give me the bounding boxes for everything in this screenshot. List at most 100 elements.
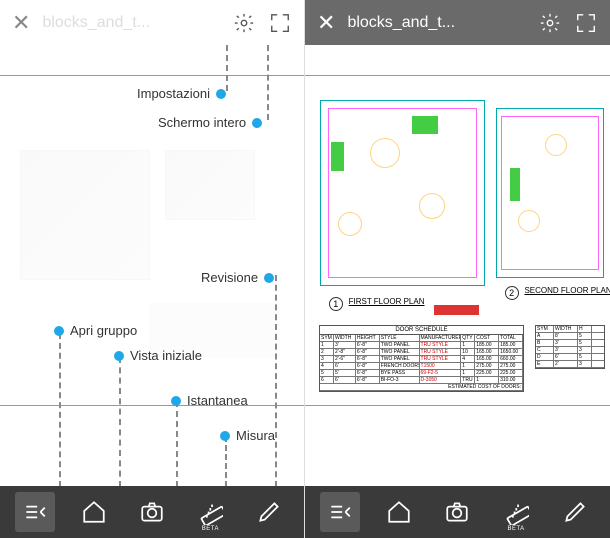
bottombar-right: BETA bbox=[305, 486, 610, 538]
dot-icon bbox=[216, 89, 226, 99]
second-floor-plan bbox=[496, 108, 604, 278]
dot-icon bbox=[220, 431, 230, 441]
schedule-cell: 3' bbox=[554, 340, 578, 346]
schedule-cell: BYE PASS bbox=[380, 370, 420, 376]
schedule-cell: 2 bbox=[320, 349, 334, 355]
schedule-cell: 275.00 bbox=[475, 363, 499, 369]
edit-button[interactable] bbox=[249, 492, 289, 532]
schedule-cell: 5 bbox=[578, 354, 592, 360]
schedule-cell: 3' bbox=[554, 347, 578, 353]
schedule-cell: 6' bbox=[554, 354, 578, 360]
right-pane: ✕ blocks_and_t... bbox=[305, 0, 610, 538]
schedule-cell: TRU STYLE bbox=[420, 356, 462, 362]
schedule-body: A8'5B3'5C3'3D6'5E2'3 bbox=[536, 333, 604, 368]
canvas-left[interactable]: Impostazioni Schermo intero Revisione Ap… bbox=[0, 45, 304, 486]
schedule-cell: 165.00 bbox=[475, 356, 499, 362]
open-group-button[interactable] bbox=[320, 492, 360, 532]
ruler-button[interactable]: BETA bbox=[496, 492, 536, 532]
schedule-cell: D-3050 bbox=[420, 377, 462, 383]
schedule-header-cell: SYM bbox=[536, 326, 554, 332]
bottombar-left: BETA bbox=[0, 486, 304, 538]
door-arc bbox=[370, 138, 400, 168]
callout-label: Misura bbox=[236, 428, 275, 443]
callout-measure: Misura bbox=[220, 428, 275, 443]
schedule-header: SYMWIDTHHEIGHTSTYLEMANUFACTURERQTYCOSTTO… bbox=[320, 335, 523, 342]
plan-accent bbox=[331, 142, 344, 171]
open-group-button[interactable] bbox=[15, 492, 55, 532]
schedule-cell: 1 bbox=[461, 342, 475, 348]
plan-number: 1 bbox=[329, 297, 343, 311]
callout-initial-view: Vista iniziale bbox=[114, 348, 202, 363]
schedule-cell: TWO PANEL bbox=[380, 342, 420, 348]
schedule-header-cell: COST bbox=[475, 335, 499, 341]
schedule-row: 13'6'-8"TWO PANELTRU STYLE1185.00185.00 bbox=[320, 342, 523, 349]
schedule-row: 55'6'-8"BYE PASS69-F2-51225.00225.00 bbox=[320, 370, 523, 377]
plan-label: SECOND FLOOR PLAN bbox=[524, 286, 610, 295]
schedule-cell: 3 bbox=[578, 361, 592, 367]
schedule-cell: TWO PANEL bbox=[380, 356, 420, 362]
edit-button[interactable] bbox=[555, 492, 595, 532]
schedule-cell: 1 bbox=[461, 363, 475, 369]
dot-icon bbox=[54, 326, 64, 336]
window-schedule: SYMWIDTHH A8'5B3'5C3'3D6'5E2'3 bbox=[535, 325, 605, 369]
schedule-row: 66'6'-8"BI-FO-3D-3050TRU STYLE1310.00 bbox=[320, 377, 523, 384]
schedule-cell: A bbox=[536, 333, 554, 339]
dot-icon bbox=[114, 351, 124, 361]
schedule-header-cell: STYLE bbox=[380, 335, 420, 341]
camera-button[interactable] bbox=[437, 492, 477, 532]
schedule-cell: 225.00 bbox=[499, 370, 523, 376]
gear-icon[interactable] bbox=[232, 11, 256, 35]
schedule-cell: 5 bbox=[320, 370, 334, 376]
schedule-cell: 3 bbox=[578, 347, 592, 353]
faded-plan bbox=[165, 150, 255, 220]
schedule-cell: 6'-8" bbox=[356, 356, 380, 362]
schedule-cell: 165.00 bbox=[475, 349, 499, 355]
schedule-title: DOOR SCHEDULE bbox=[320, 326, 523, 335]
callout-label: Impostazioni bbox=[137, 86, 210, 101]
plan-label: FIRST FLOOR PLAN bbox=[349, 297, 425, 306]
schedule-cell: TRU STYLE bbox=[461, 377, 475, 383]
plan-number: 2 bbox=[505, 286, 519, 300]
schedule-header-cell: WIDTH bbox=[334, 335, 356, 341]
plan-accent bbox=[412, 116, 438, 134]
schedule-cell: 5 bbox=[578, 333, 592, 339]
schedule-cell: 6'-8" bbox=[356, 349, 380, 355]
fullscreen-icon[interactable] bbox=[268, 11, 292, 35]
close-icon[interactable]: ✕ bbox=[12, 10, 30, 36]
door-schedule: DOOR SCHEDULE SYMWIDTHHEIGHTSTYLEMANUFAC… bbox=[319, 325, 524, 392]
gear-icon[interactable] bbox=[538, 11, 562, 35]
schedule-header-cell: MANUFACTURER bbox=[420, 335, 462, 341]
schedule-cell: TRU STYLE bbox=[420, 342, 462, 348]
schedule-header-cell: HEIGHT bbox=[356, 335, 380, 341]
canvas-right[interactable]: 1 FIRST FLOOR PLAN 2 SECOND FLOOR PLAN D… bbox=[305, 45, 610, 486]
schedule-cell: 310.00 bbox=[499, 377, 523, 383]
schedule-cell: 185.00 bbox=[475, 342, 499, 348]
close-icon[interactable]: ✕ bbox=[317, 10, 335, 36]
callout-label: Vista iniziale bbox=[130, 348, 202, 363]
fullscreen-icon[interactable] bbox=[574, 11, 598, 35]
door-arc bbox=[545, 134, 567, 156]
home-button[interactable] bbox=[379, 492, 419, 532]
schedule-header: SYMWIDTHH bbox=[536, 326, 604, 333]
ruler-button[interactable]: BETA bbox=[190, 492, 230, 532]
schedule-cell: 225.00 bbox=[475, 370, 499, 376]
schedule-header-cell: TOTAL bbox=[499, 335, 523, 341]
schedule-cell: 1 bbox=[461, 370, 475, 376]
callout-fullscreen: Schermo intero bbox=[158, 115, 262, 130]
callout-line bbox=[226, 45, 228, 91]
schedule-header-cell: WIDTH bbox=[554, 326, 578, 332]
schedule-cell: TWO PANEL bbox=[380, 349, 420, 355]
camera-button[interactable] bbox=[132, 492, 172, 532]
schedule-cell: 3 bbox=[320, 356, 334, 362]
schedule-row: 46'6'-8"FRENCH DOORST15001275.00275.00 bbox=[320, 363, 523, 370]
home-button[interactable] bbox=[74, 492, 114, 532]
topbar-left: ✕ blocks_and_t... bbox=[0, 0, 304, 45]
dot-icon bbox=[252, 118, 262, 128]
schedule-cell: 4 bbox=[461, 356, 475, 362]
schedule-cell: 6'-8" bbox=[356, 342, 380, 348]
schedule-cell: 6' bbox=[334, 363, 356, 369]
faded-plan bbox=[20, 150, 150, 280]
schedule-cell: 2' bbox=[554, 361, 578, 367]
callout-label: Apri gruppo bbox=[70, 323, 137, 338]
schedule-cell: T1500 bbox=[420, 363, 462, 369]
